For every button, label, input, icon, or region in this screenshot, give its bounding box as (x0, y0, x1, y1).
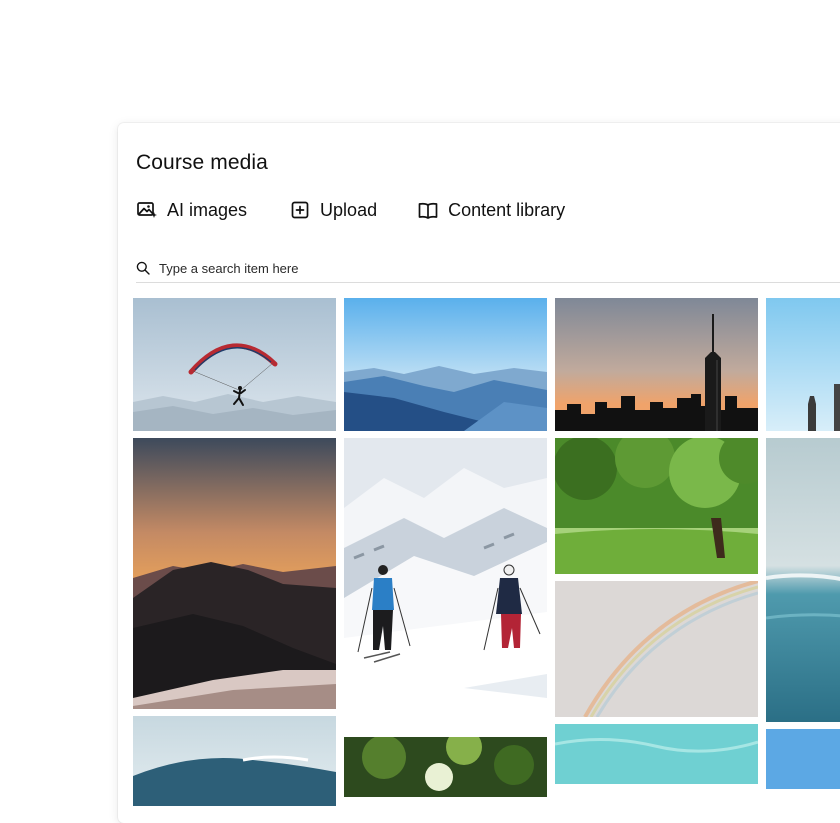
water-image[interactable] (555, 724, 758, 784)
ai-image-icon (137, 202, 157, 218)
sky-image[interactable] (766, 729, 840, 789)
search-input[interactable] (159, 260, 759, 276)
tab-upload[interactable]: Upload (289, 199, 377, 221)
tree-image[interactable] (555, 438, 758, 574)
tab-ai-images-label: AI images (167, 199, 248, 220)
panel-title: Course media (136, 151, 268, 174)
paraglider-image[interactable] (133, 298, 336, 431)
gallery-column-1 (133, 298, 336, 813)
tab-ai-images[interactable]: AI images (136, 199, 247, 221)
forest-image[interactable] (344, 737, 547, 797)
tab-content-library-label: Content library (448, 199, 566, 220)
search-icon (136, 261, 150, 275)
rainbow-image[interactable] (555, 581, 758, 717)
mountains-image[interactable] (344, 298, 547, 431)
gallery-column-4 (766, 298, 840, 796)
sunset-image[interactable] (133, 438, 336, 709)
skyline-image[interactable] (555, 298, 758, 431)
plus-square-icon (291, 201, 309, 219)
tab-upload-label: Upload (320, 199, 378, 220)
statue-image[interactable] (766, 298, 840, 431)
skiers-image[interactable] (344, 438, 547, 730)
search-bar (136, 254, 840, 283)
gallery-column-3 (555, 298, 758, 791)
course-media-panel: Course media AI images Upload Content li… (118, 123, 840, 823)
tab-content-library[interactable]: Content library (417, 199, 565, 221)
media-source-tabs: AI images Upload Content library (136, 199, 565, 221)
book-icon (418, 202, 438, 219)
ocean-image[interactable] (766, 438, 840, 722)
wave-image[interactable] (133, 716, 336, 806)
gallery-column-2 (344, 298, 547, 804)
